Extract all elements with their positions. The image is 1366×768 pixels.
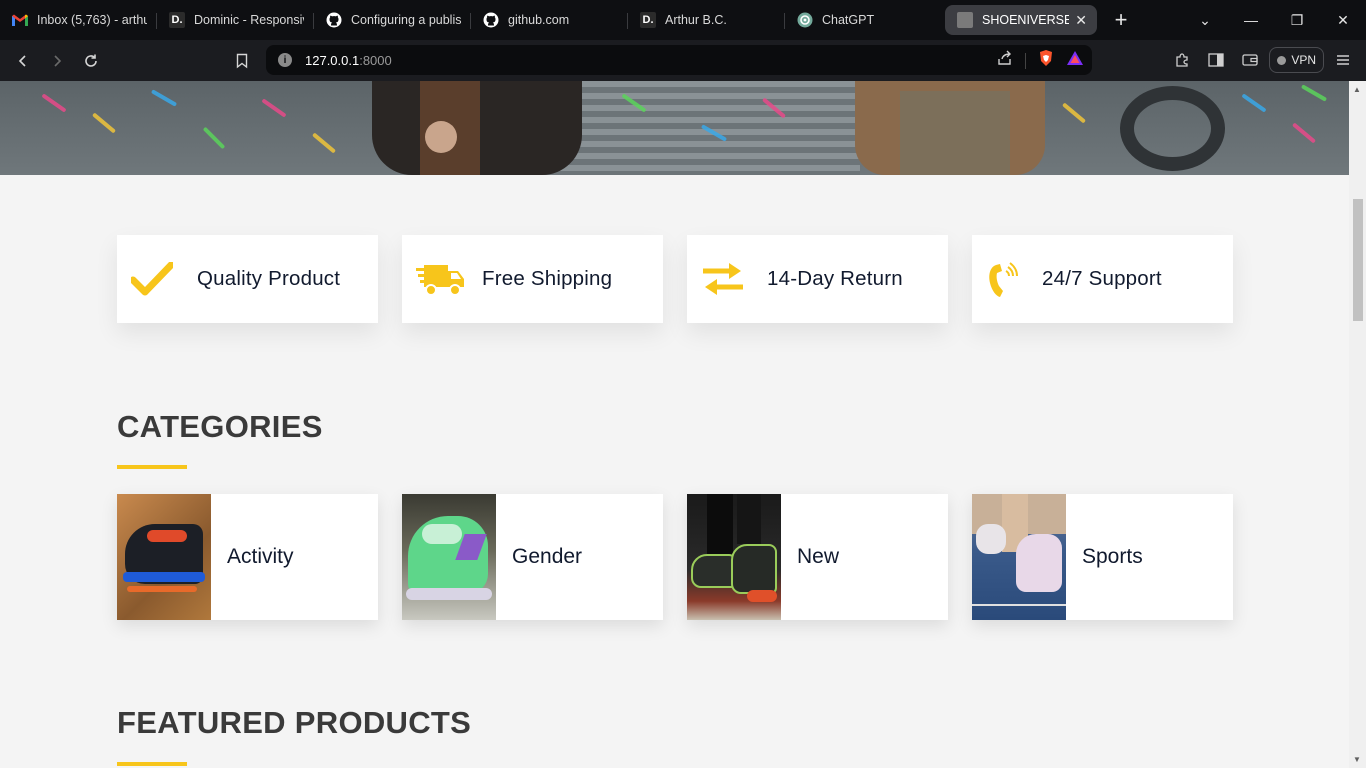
brave-rewards-icon[interactable] <box>1066 50 1084 71</box>
tab-title: ChatGPT <box>822 13 875 27</box>
tab-title: Inbox (5,763) - arthur <box>37 13 147 27</box>
address-port: :8000 <box>359 52 392 68</box>
tab-gmail[interactable]: Inbox (5,763) - arthur <box>0 4 157 36</box>
new-shoe-image <box>687 494 781 620</box>
tab-title: Dominic - Responsive <box>194 13 304 27</box>
brave-shields-icon[interactable] <box>1038 49 1054 72</box>
reload-button[interactable] <box>74 44 108 78</box>
category-label: Sports <box>1082 545 1143 568</box>
tab-dominic[interactable]: D. Dominic - Responsive <box>157 4 314 36</box>
featured-products-heading: FEATURED PRODUCTS <box>117 705 472 740</box>
page-viewport: Quality Product Free Shipping 14-Day Ret… <box>0 81 1349 768</box>
category-card-gender[interactable]: Gender <box>402 494 663 620</box>
categories-row: Activity Gender New Sports <box>117 494 1233 620</box>
tab-title: SHOENIVERSE <box>982 13 1070 27</box>
categories-underline <box>117 465 187 469</box>
category-card-sports[interactable]: Sports <box>972 494 1233 620</box>
category-card-new[interactable]: New <box>687 494 948 620</box>
close-window-button[interactable]: ✕ <box>1320 12 1366 29</box>
share-icon[interactable] <box>997 50 1013 71</box>
scroll-up-arrow-icon[interactable]: ▲ <box>1353 85 1361 94</box>
browser-tab-bar: Inbox (5,763) - arthur D. Dominic - Resp… <box>0 0 1366 40</box>
feature-label: 14-Day Return <box>767 267 903 290</box>
chatgpt-icon <box>797 12 813 28</box>
bookmark-icon[interactable] <box>225 44 259 78</box>
features-row: Quality Product Free Shipping 14-Day Ret… <box>117 235 1233 323</box>
tab-configuring[interactable]: Configuring a publish <box>314 4 471 36</box>
back-button[interactable] <box>6 44 40 78</box>
tab-title: github.com <box>508 13 570 27</box>
category-label: Activity <box>227 545 294 568</box>
dev-icon: D. <box>169 12 185 28</box>
menu-icon[interactable] <box>1328 45 1358 75</box>
sports-shoe-image <box>972 494 1066 620</box>
github-icon <box>483 12 499 28</box>
feature-free-shipping: Free Shipping <box>402 235 663 323</box>
feature-label: 24/7 Support <box>1042 267 1162 290</box>
toolbar-right-tools: VPN <box>1167 45 1358 75</box>
page-scrollbar[interactable]: ▲ ▼ <box>1349 81 1366 768</box>
activity-shoe-image <box>117 494 211 620</box>
tab-arthur[interactable]: D. Arthur B.C. <box>628 4 785 36</box>
wallet-icon[interactable] <box>1235 45 1265 75</box>
minimize-button[interactable]: — <box>1228 12 1274 28</box>
vpn-label: VPN <box>1291 53 1316 67</box>
vpn-button[interactable]: VPN <box>1269 47 1324 73</box>
extensions-icon[interactable] <box>1167 45 1197 75</box>
feature-24-7-support: 24/7 Support <box>972 235 1233 323</box>
phone-icon <box>986 257 1028 301</box>
checkmark-icon <box>131 257 183 301</box>
feature-quality-product: Quality Product <box>117 235 378 323</box>
categories-heading: CATEGORIES <box>117 409 323 444</box>
truck-icon <box>416 257 468 301</box>
address-bar[interactable]: i 127.0.0.1:8000 <box>266 45 1092 75</box>
category-label: New <box>797 545 840 568</box>
vpn-status-icon <box>1277 55 1287 65</box>
close-tab-icon[interactable]: ✕ <box>1075 12 1087 29</box>
feature-label: Quality Product <box>197 267 341 290</box>
tab-search-chevron-icon[interactable]: ⌄ <box>1182 12 1228 29</box>
hero-banner-image <box>0 81 1349 175</box>
feature-label: Free Shipping <box>482 267 613 290</box>
exchange-arrows-icon <box>701 257 753 301</box>
scroll-down-arrow-icon[interactable]: ▼ <box>1353 755 1361 764</box>
forward-button[interactable] <box>40 44 74 78</box>
site-info-icon[interactable]: i <box>278 53 292 67</box>
new-tab-button[interactable]: + <box>1109 7 1133 33</box>
browser-toolbar: i 127.0.0.1:8000 VPN <box>0 40 1366 81</box>
tab-shoeniverse[interactable]: SHOENIVERSE ✕ <box>945 5 1097 35</box>
category-card-activity[interactable]: Activity <box>117 494 378 620</box>
restore-button[interactable]: ❐ <box>1274 12 1320 29</box>
feature-14-day-return: 14-Day Return <box>687 235 948 323</box>
github-icon <box>326 12 342 28</box>
tab-title: Configuring a publish <box>351 13 461 27</box>
dev-icon: D. <box>640 12 656 28</box>
featured-products-underline <box>117 762 187 766</box>
sidebar-toggle-icon[interactable] <box>1201 45 1231 75</box>
category-label: Gender <box>512 545 583 568</box>
window-controls: ⌄ — ❐ ✕ <box>1182 0 1366 40</box>
tab-github[interactable]: github.com <box>471 4 628 36</box>
page-icon <box>957 12 973 28</box>
tab-chatgpt[interactable]: ChatGPT <box>785 4 942 36</box>
gmail-icon <box>12 12 28 28</box>
address-host: 127.0.0.1 <box>305 52 360 68</box>
tab-title: Arthur B.C. <box>665 13 727 27</box>
scrollbar-thumb[interactable] <box>1353 199 1363 321</box>
gender-shoe-image <box>402 494 496 620</box>
